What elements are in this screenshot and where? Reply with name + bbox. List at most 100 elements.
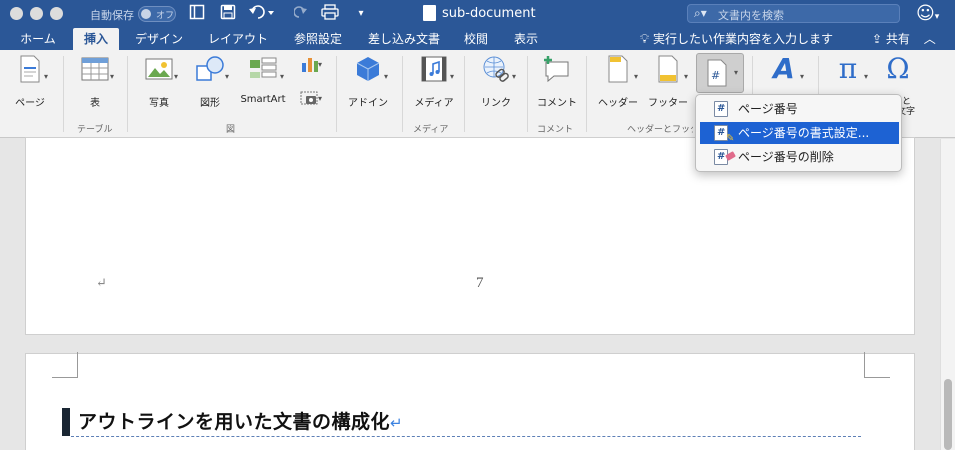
equation-caret-icon: ▾ [864, 72, 869, 81]
shapes-button[interactable]: ▾ 図形 [191, 54, 230, 109]
document-icon [423, 5, 436, 21]
minimize-window-button[interactable] [30, 7, 43, 20]
comment-label: コメント [537, 98, 577, 109]
search-field[interactable]: ⌕▾ 文書内を検索 [687, 4, 900, 23]
page-number-icon: # [702, 58, 732, 88]
table-caret-icon: ▾ [110, 72, 115, 81]
scroll-thumb[interactable] [944, 379, 952, 450]
smartart-button[interactable]: ▾ SmartArt [240, 54, 286, 105]
comment-icon [542, 54, 572, 84]
tab-design[interactable]: デザイン [128, 28, 190, 50]
title-bar: 自動保存 オフ ▾ sub-document ⌕▾ 文書内を検索 ☺▾ [0, 0, 955, 28]
undo-icon[interactable] [248, 4, 276, 24]
ribbon-divider [527, 56, 528, 132]
link-caret-icon: ▾ [512, 72, 517, 81]
table-button[interactable]: ▾ 表 [76, 54, 115, 109]
tab-view[interactable]: 表示 [506, 28, 546, 50]
pictures-button[interactable]: ▾ 写真 [140, 54, 179, 109]
text-button[interactable]: A ▾ [762, 54, 806, 84]
shapes-label: 図形 [200, 98, 220, 109]
pictures-label: 写真 [149, 98, 169, 109]
page-label: ページ [15, 98, 45, 109]
menu-item-label: ページ番号 [738, 102, 798, 116]
close-window-button[interactable] [10, 7, 23, 20]
ribbon-divider [63, 56, 64, 132]
omega-icon: Ω [886, 52, 910, 85]
ribbon-tab-bar: ホーム 挿入 デザイン レイアウト 参照設定 差し込み文書 校閲 表示 💡︎ 実… [0, 28, 955, 50]
toggle-knob [141, 9, 151, 19]
tell-me-box[interactable]: 💡︎ 実行したい作業内容を入力します [640, 28, 833, 50]
smartart-caret-icon: ▾ [280, 72, 285, 81]
page-icon [15, 54, 45, 84]
tab-layout[interactable]: レイアウト [201, 28, 275, 50]
tab-references[interactable]: 参照設定 [285, 28, 351, 50]
screenshot-caret-icon: ▾ [318, 94, 323, 103]
media-label: メディア [414, 98, 454, 109]
picture-icon [144, 54, 174, 84]
screenshot-button[interactable]: ▾ [296, 90, 326, 108]
menu-item-format-page-numbers[interactable]: ✎ ページ番号の書式設定... [700, 122, 899, 144]
save-icon[interactable] [219, 4, 237, 24]
collapse-ribbon-icon[interactable]: ︿ [924, 32, 936, 46]
menu-item-remove-page-numbers[interactable]: ページ番号の削除 [700, 146, 899, 168]
search-placeholder: 文書内を検索 [718, 9, 784, 22]
search-icon: ⌕▾ [694, 6, 707, 20]
sidebar-icon[interactable] [188, 4, 206, 24]
page-number-caret-icon: ▾ [734, 68, 739, 77]
link-button[interactable]: ▾ リンク [474, 54, 518, 109]
shapes-caret-icon: ▾ [225, 72, 230, 81]
tab-insert[interactable]: 挿入 [73, 28, 119, 50]
pictures-caret-icon: ▾ [174, 72, 179, 81]
document-title: sub-document [442, 6, 536, 21]
redo-icon[interactable] [293, 4, 309, 24]
feedback-smiley-icon[interactable]: ☺▾ [916, 3, 939, 24]
symbol-button[interactable]: Ω [878, 54, 918, 84]
document-canvas[interactable]: ↵ 7 アウトラインを用いた文書の構成化↵ [0, 137, 940, 450]
addins-cube-icon [353, 54, 383, 84]
menu-item-label: ページ番号の削除 [738, 150, 834, 164]
heading-text: アウトラインを用いた文書の構成化 [78, 411, 391, 433]
heading-1[interactable]: アウトラインを用いた文書の構成化↵ [78, 407, 403, 434]
share-button[interactable]: ⇪ 共有 ︿ [872, 28, 936, 50]
media-button[interactable]: ▾ メディア [412, 54, 456, 109]
ribbon-divider [464, 56, 465, 132]
crop-mark-right [864, 352, 890, 378]
autosave-toggle[interactable]: オフ [138, 6, 176, 22]
autosave-state: オフ [156, 11, 175, 21]
tell-me-label: 実行したい作業内容を入力します [652, 32, 833, 46]
page-number-icon [714, 101, 728, 117]
chart-button[interactable]: ▾ [296, 54, 326, 76]
equation-button[interactable]: π ▾ [826, 54, 870, 84]
text-caret-icon: ▾ [800, 72, 805, 81]
header-button[interactable]: ▾ ヘッダー [596, 54, 640, 109]
footer-caret-icon: ▾ [684, 72, 689, 81]
print-icon[interactable] [320, 4, 340, 24]
footer-icon [653, 54, 683, 84]
media-group-label: メディア [413, 125, 449, 135]
header-caret-icon: ▾ [634, 72, 639, 81]
addins-caret-icon: ▾ [384, 72, 389, 81]
page-number-menu: ページ番号 ✎ ページ番号の書式設定... ページ番号の削除 [695, 94, 902, 172]
tab-home[interactable]: ホーム [10, 28, 66, 50]
tab-review[interactable]: 校閲 [456, 28, 496, 50]
tab-mailings[interactable]: 差し込み文書 [362, 28, 446, 50]
page-number-button[interactable]: # ▾ [696, 53, 744, 93]
zoom-window-button[interactable] [50, 7, 63, 20]
page-button[interactable]: ▾ ページ [12, 54, 48, 109]
table-group-label: テーブル [77, 125, 113, 135]
wordart-icon: A [773, 52, 795, 85]
addins-button[interactable]: ▾ アドイン [346, 54, 390, 109]
vertical-scrollbar[interactable] [940, 139, 955, 450]
page-number-text: 7 [476, 275, 484, 291]
crop-mark-left [52, 352, 78, 378]
comment-button[interactable]: コメント [536, 54, 578, 109]
headerfooter-group-label: ヘッダーとフッター [627, 125, 693, 135]
pi-icon: π [838, 52, 858, 85]
customize-toolbar-icon[interactable]: ▾ [354, 4, 368, 24]
menu-item-page-number[interactable]: ページ番号 [700, 98, 899, 120]
footer-label: フッター [648, 98, 688, 109]
link-icon [481, 54, 511, 84]
page-8[interactable]: アウトラインを用いた文書の構成化↵ [25, 352, 915, 450]
footer-button[interactable]: ▾ フッター [646, 54, 690, 109]
shapes-icon [195, 54, 225, 84]
